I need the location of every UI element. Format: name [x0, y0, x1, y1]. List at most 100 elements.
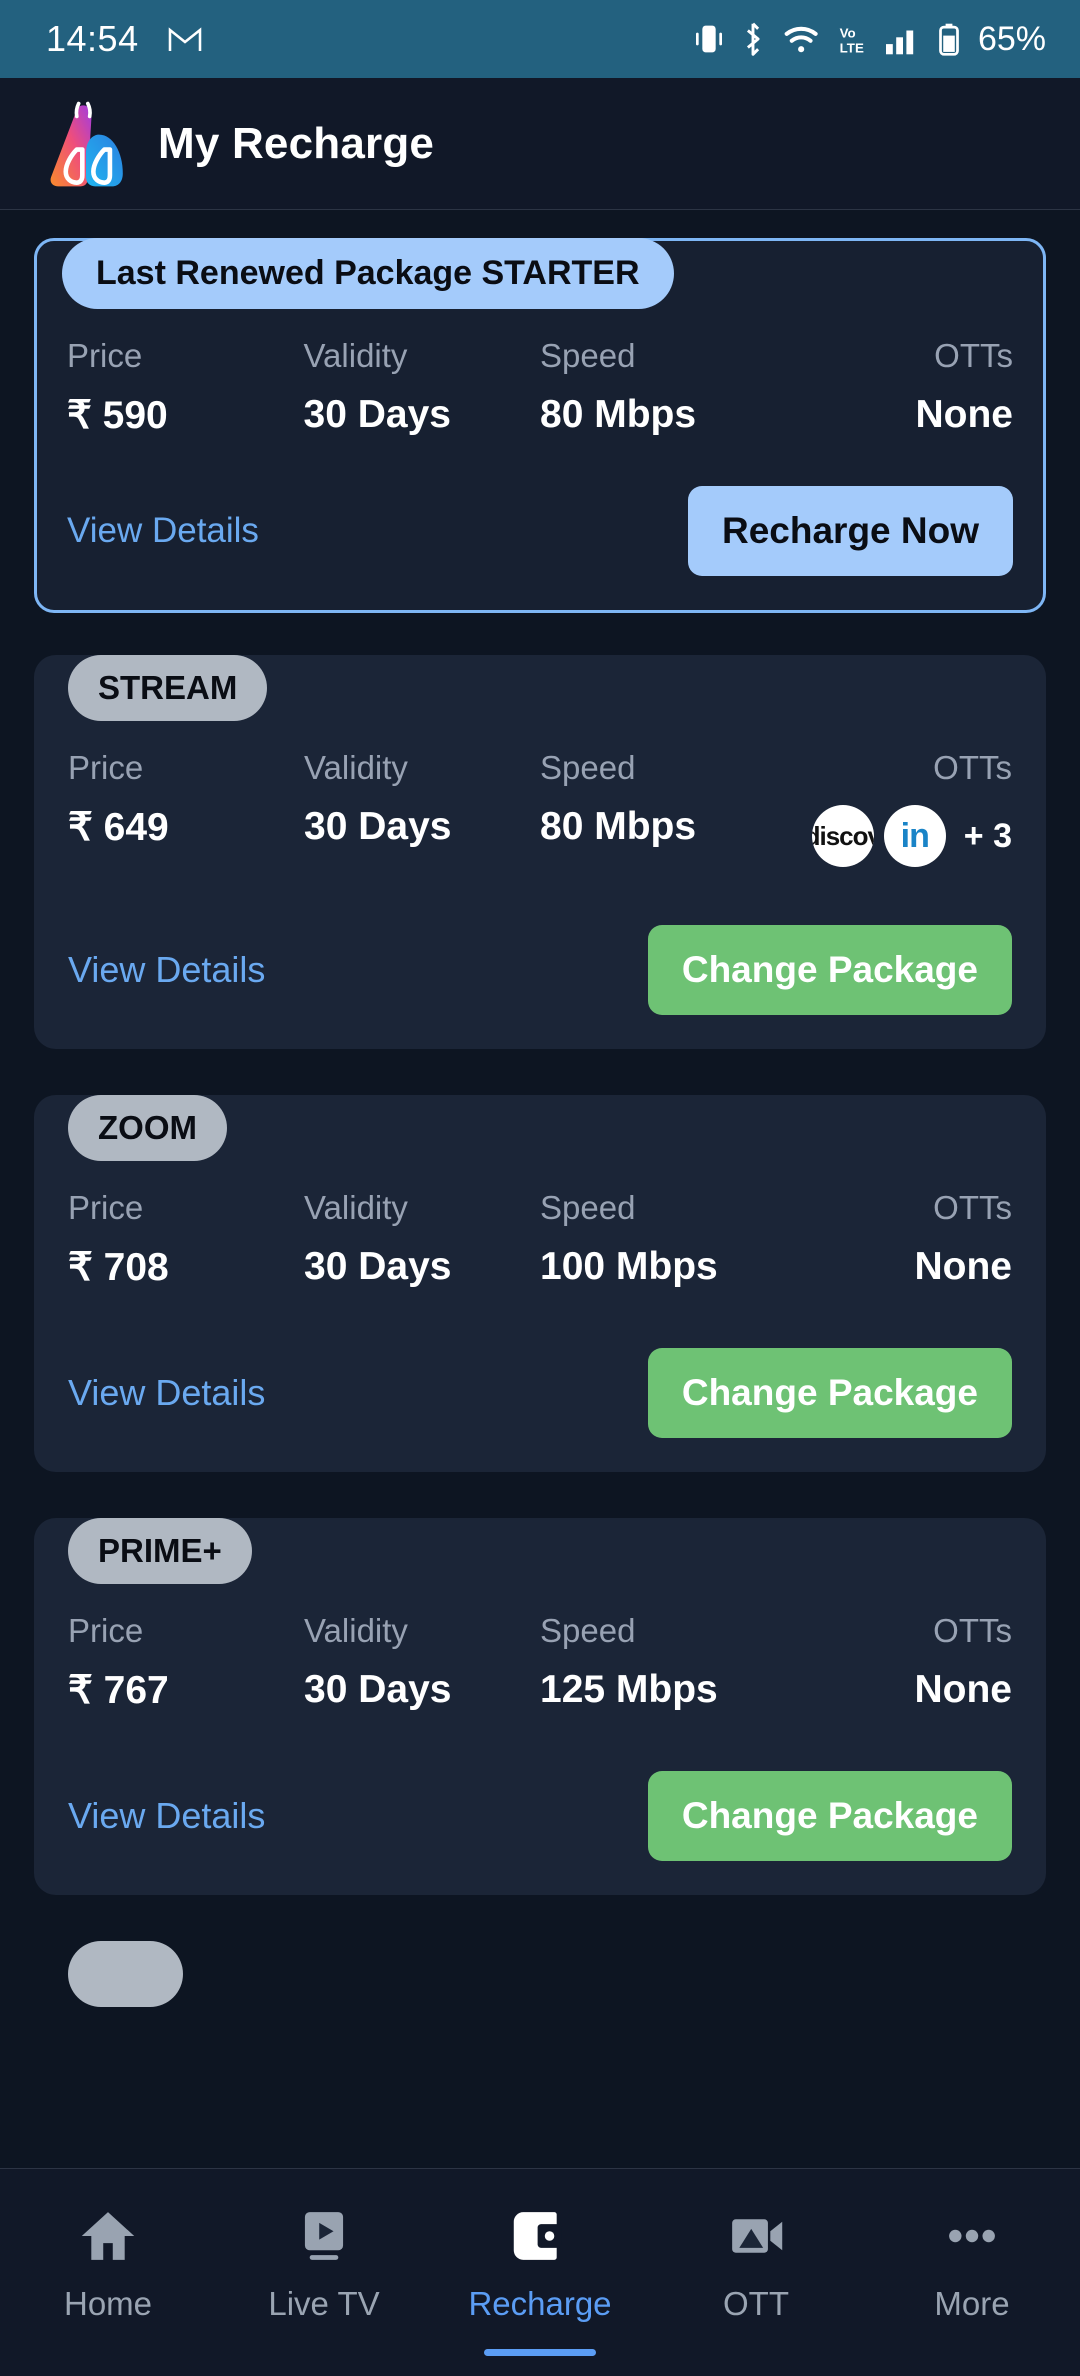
nav-label: Home: [63, 2285, 153, 2322]
spec-label-otts: OTTs: [933, 1189, 1012, 1226]
wifi-icon: [782, 22, 822, 56]
discovery-plus-logo: discov: [811, 805, 874, 867]
nav-item-recharge[interactable]: Recharge: [432, 2203, 648, 2356]
bottom-navigation: Home Live TV Recharge OTT More: [0, 2168, 1080, 2376]
spec-value-price: ₹ 649: [68, 806, 169, 849]
package-card-zoom[interactable]: ZOOM Price ₹ 708 Validity 30 Days Speed …: [34, 1095, 1046, 1472]
view-details-link[interactable]: View Details: [68, 1372, 265, 1414]
spec-value-validity: 30 Days: [304, 805, 452, 848]
view-details-link[interactable]: View Details: [68, 1795, 265, 1837]
battery-icon: [938, 22, 960, 56]
spec-label-price: Price: [68, 749, 144, 786]
ott-logo-text: in: [900, 816, 930, 855]
spec-label-otts: OTTs: [934, 337, 1013, 374]
spec-value-validity: 30 Days: [304, 1245, 452, 1288]
view-details-link[interactable]: View Details: [68, 949, 265, 991]
spec-validity: Validity 30 Days: [304, 1612, 540, 1713]
package-badge: [68, 1941, 184, 2007]
spec-label-price: Price: [68, 1612, 144, 1649]
status-time: 14:54: [46, 18, 139, 59]
spec-speed: Speed 125 Mbps: [540, 1612, 776, 1713]
spec-otts: OTTs discov in + 3: [776, 749, 1012, 867]
package-card-stream[interactable]: STREAM Price ₹ 649 Validity 30 Days Spee…: [34, 655, 1046, 1049]
nav-label: Live TV: [268, 2285, 380, 2322]
spec-otts: OTTs None: [776, 1189, 1013, 1290]
status-bar: 14:54 Vo LTE 65%: [0, 0, 1080, 78]
svg-text:Vo: Vo: [840, 25, 856, 40]
spec-label-validity: Validity: [304, 749, 408, 786]
spec-speed: Speed 80 Mbps: [540, 749, 776, 867]
active-tab-indicator: [484, 2349, 596, 2356]
spec-otts: OTTs None: [777, 337, 1014, 438]
spec-price: Price ₹ 649: [68, 749, 304, 867]
change-package-button[interactable]: Change Package: [647, 925, 1012, 1015]
spec-value-speed: 80 Mbps: [540, 805, 697, 848]
spec-label-price: Price: [67, 337, 143, 374]
ott-logo-row: discov in + 3: [811, 805, 1012, 867]
package-list[interactable]: Last Renewed Package STARTER Price ₹ 590…: [0, 210, 1080, 2168]
package-card-prime-plus[interactable]: PRIME+ Price ₹ 767 Validity 30 Days Spee…: [34, 1518, 1046, 1895]
recharge-now-button[interactable]: Recharge Now: [687, 486, 1013, 576]
spec-value-price: ₹ 708: [68, 1246, 169, 1289]
view-details-link[interactable]: View Details: [67, 511, 259, 551]
spec-label-validity: Validity: [304, 1612, 408, 1649]
hungama-logo: in: [883, 805, 946, 867]
page-title: My Recharge: [158, 118, 435, 168]
spec-price: Price ₹ 708: [68, 1189, 304, 1290]
package-badge: STREAM: [68, 655, 268, 721]
card-actions: View Details Recharge Now: [67, 486, 1013, 576]
nav-item-home[interactable]: Home: [0, 2203, 216, 2323]
spec-value-otts: None: [915, 393, 1014, 436]
nav-item-more[interactable]: More: [864, 2203, 1080, 2323]
spec-price: Price ₹ 767: [68, 1612, 304, 1713]
spec-value-speed: 80 Mbps: [540, 393, 697, 436]
spec-row: Price ₹ 590 Validity 30 Days Speed 80 Mb…: [67, 337, 1013, 438]
status-bar-left: 14:54: [46, 18, 203, 60]
ott-video-icon: [725, 2203, 787, 2269]
card-actions: View Details Change Package: [68, 925, 1012, 1015]
bluetooth-icon: [740, 22, 766, 56]
spec-label-speed: Speed: [540, 1189, 636, 1226]
ott-more-count: + 3: [963, 816, 1012, 855]
package-badge: PRIME+: [68, 1518, 252, 1584]
nav-label: OTT: [723, 2285, 789, 2322]
live-tv-icon: [293, 2203, 355, 2269]
volte-icon: Vo LTE: [838, 22, 868, 56]
spec-row: Price ₹ 649 Validity 30 Days Speed 80 Mb…: [68, 749, 1012, 867]
spec-speed: Speed 100 Mbps: [540, 1189, 776, 1290]
spec-value-speed: 125 Mbps: [540, 1668, 718, 1711]
spec-label-speed: Speed: [540, 749, 636, 786]
nav-item-ott[interactable]: OTT: [648, 2203, 864, 2323]
spec-label-speed: Speed: [540, 337, 636, 374]
last-renewed-badge: Last Renewed Package STARTER: [62, 238, 674, 309]
svg-text:LTE: LTE: [840, 40, 864, 55]
package-badge: ZOOM: [68, 1095, 227, 1161]
app-header: My Recharge: [0, 78, 1080, 210]
change-package-button[interactable]: Change Package: [647, 1348, 1012, 1438]
vibrate-icon: [694, 22, 724, 56]
spec-validity: Validity 30 Days: [304, 1189, 540, 1290]
battery-percent: 65%: [977, 19, 1046, 58]
spec-value-price: ₹ 590: [67, 394, 168, 437]
spec-label-otts: OTTs: [933, 749, 1012, 786]
spec-validity: Validity 30 Days: [304, 749, 540, 867]
nav-item-live-tv[interactable]: Live TV: [216, 2203, 432, 2323]
home-icon: [77, 2203, 139, 2269]
spec-label-otts: OTTs: [933, 1612, 1012, 1649]
spec-validity: Validity 30 Days: [304, 337, 541, 438]
spec-value-otts: None: [914, 1245, 1013, 1288]
spec-value-otts: None: [914, 1668, 1013, 1711]
spec-price: Price ₹ 590: [67, 337, 304, 438]
gmail-icon: [167, 24, 203, 54]
nav-label: More: [934, 2285, 1010, 2322]
package-card-starter[interactable]: Last Renewed Package STARTER Price ₹ 590…: [34, 238, 1046, 613]
spec-label-speed: Speed: [540, 1612, 636, 1649]
spec-otts: OTTs None: [776, 1612, 1013, 1713]
spec-value-speed: 100 Mbps: [540, 1245, 718, 1288]
app-logo: [40, 98, 132, 190]
status-bar-right: Vo LTE 65%: [694, 20, 1046, 59]
spec-label-price: Price: [68, 1189, 144, 1226]
nav-label: Recharge: [468, 2285, 612, 2322]
change-package-button[interactable]: Change Package: [647, 1771, 1012, 1861]
recharge-wallet-icon: [509, 2203, 571, 2269]
